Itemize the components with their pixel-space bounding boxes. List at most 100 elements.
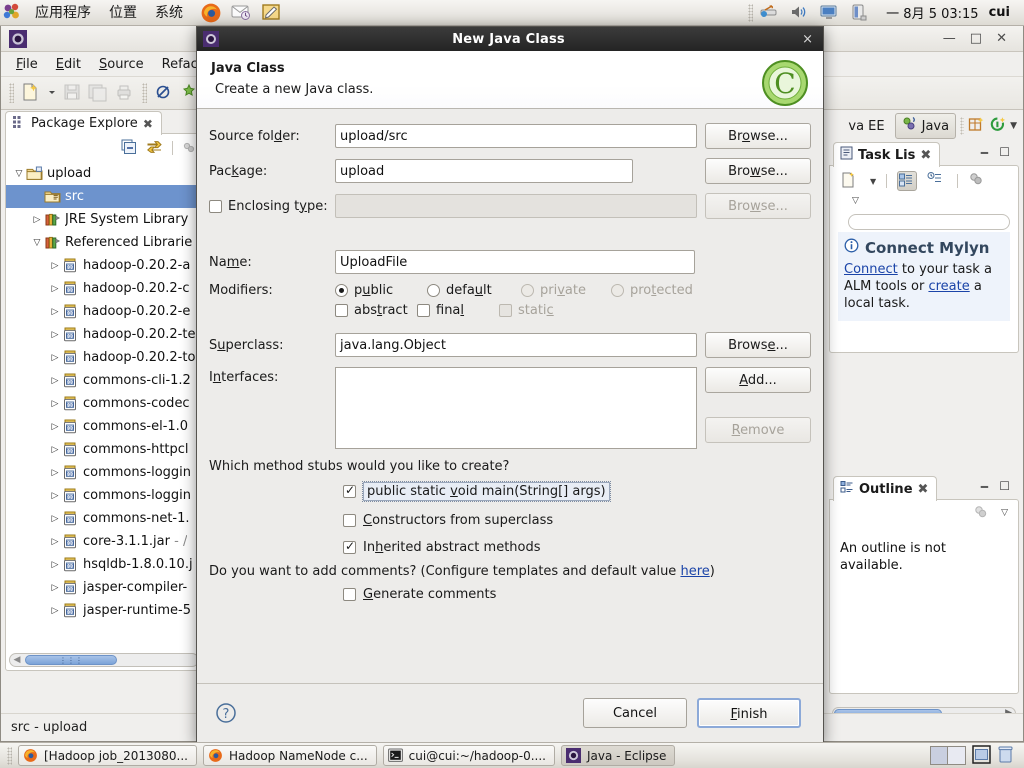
maximize-icon[interactable]: ☐ <box>999 145 1010 159</box>
taskbar-button[interactable]: cui@cui:~/hadoop-0.... <box>382 745 555 766</box>
taskbar-button[interactable]: [Hadoop job_2013080... <box>18 745 197 766</box>
modifier-default-radio[interactable]: default <box>427 283 521 298</box>
volume-icon[interactable] <box>788 2 814 24</box>
chevron-right-icon[interactable]: ▷ <box>48 468 62 478</box>
new-task-icon[interactable] <box>989 116 1006 136</box>
toolbar-grip-2[interactable] <box>142 83 147 103</box>
evolution-mail-icon[interactable] <box>230 2 256 24</box>
battery-icon[interactable] <box>848 2 874 24</box>
toolbar-grip[interactable] <box>9 83 14 103</box>
menu-file[interactable]: File <box>7 55 47 74</box>
mylyn-create-link[interactable]: create <box>928 279 969 294</box>
minimize-button[interactable]: — <box>943 32 956 45</box>
chevron-right-icon[interactable]: ▷ <box>48 445 62 455</box>
chevron-right-icon[interactable]: ▷ <box>48 606 62 616</box>
tree-item[interactable]: ▷ 010 commons-loggin <box>6 484 202 507</box>
superclass-browse-button[interactable]: Browse... <box>705 332 811 358</box>
chevron-down-icon[interactable] <box>45 81 59 105</box>
configure-templates-link[interactable]: here <box>680 564 709 579</box>
package-input[interactable]: upload <box>335 159 633 183</box>
modifier-abstract-checkbox[interactable]: abstract <box>335 303 417 318</box>
taskbar-button[interactable]: Java - Eclipse <box>561 745 676 766</box>
dialog-titlebar[interactable]: New Java Class × <box>197 27 823 51</box>
help-icon[interactable]: ? <box>215 702 237 724</box>
chevron-right-icon[interactable]: ▷ <box>48 583 62 593</box>
trash-icon[interactable] <box>997 745 1014 767</box>
chevron-right-icon[interactable]: ▷ <box>48 399 62 409</box>
close-button[interactable]: ✕ <box>996 32 1007 45</box>
modifier-public-radio[interactable]: public <box>335 283 427 298</box>
enclosing-type-checkbox[interactable] <box>209 199 222 213</box>
stub-constructors[interactable]: Constructors from superclass <box>343 513 811 528</box>
interfaces-add-button[interactable]: Add... <box>705 367 811 393</box>
text-editor-icon[interactable] <box>260 2 286 24</box>
tree-item[interactable]: ▷ 010 commons-codec <box>6 392 202 415</box>
tab-task-list[interactable]: Task Lis ✖ <box>833 142 941 167</box>
source-folder-browse-button[interactable]: Browse... <box>705 123 811 149</box>
tree-item[interactable]: ▷ 010 jasper-compiler- <box>6 576 202 599</box>
firefox-icon[interactable] <box>200 2 226 24</box>
tree-item[interactable]: src <box>6 185 202 208</box>
tree-item[interactable]: ▷ 010 hadoop-0.20.2-c <box>6 277 202 300</box>
menu-system[interactable]: 系统 <box>146 0 192 26</box>
tree-item[interactable]: ▷ 010 hadoop-0.20.2-te <box>6 323 202 346</box>
tree-item[interactable]: ▷ 010 jasper-runtime-5 <box>6 599 202 622</box>
chevron-right-icon[interactable]: ▷ <box>48 353 62 363</box>
chevron-down-icon[interactable]: ▽ <box>30 238 44 248</box>
interfaces-list[interactable] <box>335 367 697 449</box>
chevron-right-icon[interactable]: ▷ <box>48 284 62 294</box>
task-list-filter-field[interactable] <box>848 214 1010 230</box>
perspective-tab-java[interactable]: Java <box>894 113 957 139</box>
menu-source[interactable]: Source <box>90 55 153 74</box>
tab-outline[interactable]: Outline ✖ <box>833 476 938 501</box>
chevron-right-icon[interactable]: ▷ <box>48 514 62 524</box>
open-perspective-icon[interactable] <box>968 116 985 136</box>
maximize-icon[interactable]: ☐ <box>999 479 1010 493</box>
new-task-icon[interactable] <box>840 171 860 191</box>
tree-item[interactable]: ▷ JRE System Library <box>6 208 202 231</box>
focus-icon[interactable] <box>973 504 989 523</box>
focus-on-workweek-icon[interactable] <box>968 171 988 191</box>
view-menu-icon[interactable] <box>182 140 196 157</box>
gnome-foot-icon[interactable] <box>2 2 24 24</box>
view-menu-icon[interactable]: ▽ <box>1001 508 1008 518</box>
superclass-input[interactable]: java.lang.Object <box>335 333 697 357</box>
package-explorer-tree[interactable]: ▽ upload src ▷ JRE System Library ▽ Referenced… <box>6 162 202 652</box>
close-icon[interactable]: ✖ <box>143 117 153 131</box>
tree-item[interactable]: ▷ 010 core-3.1.1.jar - / <box>6 530 202 553</box>
task-list-collapse-chevron[interactable]: ▽ <box>830 196 1018 212</box>
mylyn-connect-link[interactable]: Connect <box>844 262 898 277</box>
tree-item[interactable]: ▷ 010 commons-httpcl <box>6 438 202 461</box>
chevron-right-icon[interactable]: ▷ <box>48 537 62 547</box>
chevron-right-icon[interactable]: ▷ <box>48 330 62 340</box>
link-with-editor-icon[interactable] <box>146 139 163 158</box>
collapse-all-icon[interactable] <box>121 139 137 158</box>
package-browse-button[interactable]: Browse... <box>705 158 811 184</box>
menu-places[interactable]: 位置 <box>100 0 146 26</box>
panel-username[interactable]: cui <box>989 5 1018 20</box>
workspace-switcher[interactable] <box>930 746 966 765</box>
chevron-right-icon[interactable]: ▷ <box>48 560 62 570</box>
new-icon[interactable] <box>19 81 43 105</box>
tree-item[interactable]: ▷ 010 commons-el-1.0 <box>6 415 202 438</box>
chevron-down-icon[interactable]: ▼ <box>1010 121 1021 131</box>
menu-edit[interactable]: Edit <box>47 55 90 74</box>
chevron-right-icon[interactable]: ▷ <box>48 376 62 386</box>
chevron-right-icon[interactable]: ▷ <box>48 422 62 432</box>
minimize-icon[interactable]: ━ <box>981 480 988 494</box>
workspace-1[interactable] <box>931 747 948 764</box>
cancel-button[interactable]: Cancel <box>583 698 687 728</box>
tree-item[interactable]: ▷ 010 hadoop-0.20.2-to <box>6 346 202 369</box>
tree-item[interactable]: ▷ 010 hadoop-0.20.2-e <box>6 300 202 323</box>
tree-item[interactable]: ▷ 010 hadoop-0.20.2-a <box>6 254 202 277</box>
stub-inherited[interactable]: Inherited abstract methods <box>343 539 811 555</box>
tree-item[interactable]: ▷ 010 hsqldb-1.8.0.10.j <box>6 553 202 576</box>
tree-item[interactable]: ▽ upload <box>6 162 202 185</box>
display-icon[interactable] <box>818 2 844 24</box>
scroll-left-icon[interactable]: ◀ <box>10 655 24 665</box>
close-icon[interactable]: ✖ <box>920 148 931 163</box>
scrollbar-thumb[interactable]: ⋮⋮⋮ <box>25 655 117 665</box>
maximize-button[interactable]: □ <box>970 32 982 45</box>
modifier-final-checkbox[interactable]: final <box>417 303 499 318</box>
package-explorer-hscrollbar[interactable]: ◀ ⋮⋮⋮ <box>9 653 199 667</box>
